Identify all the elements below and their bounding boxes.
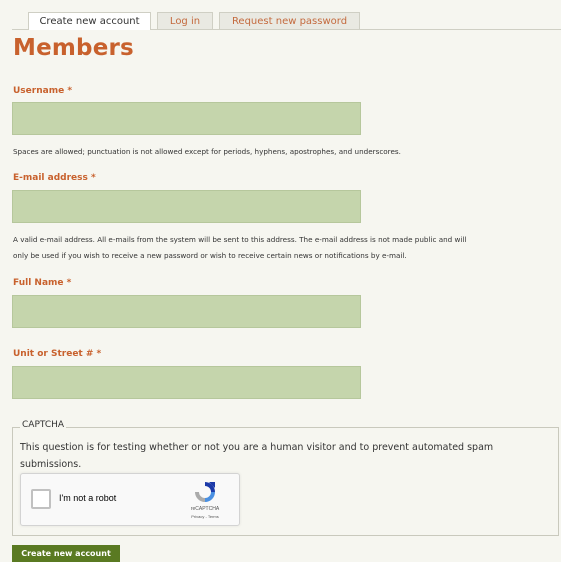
page-title: Members xyxy=(13,35,134,61)
full-name-label: Full Name * xyxy=(13,278,71,288)
full-name-label-text: Full Name xyxy=(13,278,64,288)
required-marker: * xyxy=(91,173,96,183)
tab-create-new-account[interactable]: Create new account xyxy=(28,12,151,30)
recaptcha-label: I'm not a robot xyxy=(59,493,117,503)
username-label: Username * xyxy=(13,86,72,96)
email-input[interactable] xyxy=(12,190,361,223)
username-help: Spaces are allowed; punctuation is not a… xyxy=(13,147,401,156)
members-page: Create new account Log in Request new pa… xyxy=(0,0,561,562)
recaptcha-logo-icon xyxy=(195,482,215,502)
recaptcha-terms-link[interactable]: Privacy - Terms xyxy=(177,514,233,519)
required-marker: * xyxy=(66,278,72,288)
full-name-input[interactable] xyxy=(12,295,361,328)
username-input[interactable] xyxy=(12,102,361,135)
required-marker: * xyxy=(67,86,73,96)
email-help-line-2: only be used if you wish to receive a ne… xyxy=(13,251,407,260)
recaptcha-checkbox[interactable] xyxy=(31,489,51,509)
captcha-description: This question is for testing whether or … xyxy=(20,442,494,470)
recaptcha-widget: I'm not a robot reCAPTCHA Privacy - Term… xyxy=(20,473,240,526)
tab-request-new-password[interactable]: Request new password xyxy=(219,12,360,29)
username-label-text: Username xyxy=(13,86,65,96)
required-marker: * xyxy=(96,349,102,359)
unit-street-input[interactable] xyxy=(12,366,361,399)
email-label: E-mail address * xyxy=(13,173,96,183)
recaptcha-brand: reCAPTCHA xyxy=(190,506,220,512)
unit-street-label-text: Unit or Street # xyxy=(13,349,94,359)
captcha-legend: CAPTCHA xyxy=(20,420,67,430)
create-account-button[interactable]: Create new account xyxy=(12,545,120,562)
tab-log-in[interactable]: Log in xyxy=(157,12,213,29)
email-label-text: E-mail address xyxy=(13,173,88,183)
unit-street-label: Unit or Street # * xyxy=(13,349,101,359)
